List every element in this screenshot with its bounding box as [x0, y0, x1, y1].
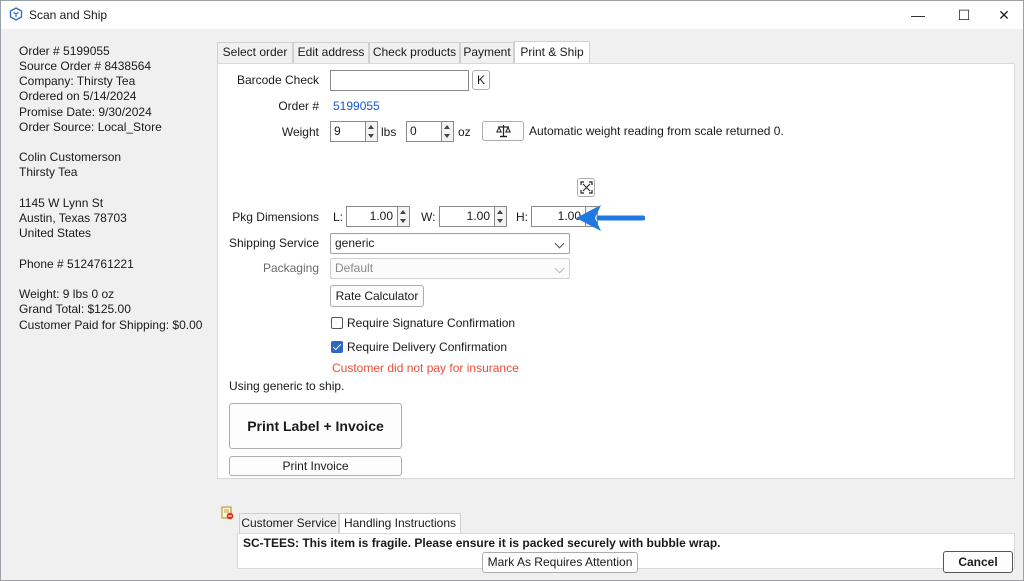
delivery-confirmation-label: Require Delivery Confirmation	[347, 340, 508, 354]
width-input[interactable]: 1.00	[439, 206, 495, 227]
packaging-select[interactable]: Default	[330, 258, 570, 279]
tab-handling-instructions[interactable]: Handling Instructions	[339, 513, 461, 534]
company: Company: Thirsty Tea	[19, 74, 136, 88]
scan-and-ship-window: Scan and Ship — ☐ ✕ Order # 5199055 Sour…	[0, 0, 1024, 581]
customer-name: Colin Customerson	[19, 150, 122, 164]
minimize-button[interactable]: —	[895, 1, 941, 29]
customer-company: Thirsty Tea	[19, 165, 78, 179]
close-button[interactable]: ✕	[981, 1, 1024, 29]
grand-total: Grand Total: $125.00	[19, 302, 131, 316]
tab-select-order[interactable]: Select order	[217, 42, 293, 63]
scale-message: Automatic weight reading from scale retu…	[529, 124, 784, 138]
using-service-text: Using generic to ship.	[229, 379, 345, 393]
window-title: Scan and Ship	[29, 8, 108, 22]
handling-note-text: SC-TEES: This item is fragile. Please en…	[243, 536, 721, 550]
length-spinner[interactable]	[398, 206, 410, 227]
minimize-icon: —	[911, 7, 925, 23]
spin-up-icon	[400, 210, 406, 214]
barcode-check-label: Barcode Check	[236, 73, 319, 87]
barcode-input[interactable]	[330, 70, 469, 91]
order-number-label: Order #	[278, 99, 319, 113]
ordered-on: Ordered on 5/14/2024	[19, 89, 137, 103]
weight-label: Weight	[281, 125, 319, 139]
cancel-button[interactable]: Cancel	[943, 551, 1013, 573]
close-icon: ✕	[998, 6, 1010, 23]
rate-calculator-button[interactable]: Rate Calculator	[330, 285, 424, 307]
spin-down-icon	[368, 134, 374, 138]
address-line-2: Austin, Texas 78703	[19, 211, 127, 225]
arrow-left-icon	[576, 205, 645, 231]
weight-lbs-input[interactable]: 9	[330, 121, 366, 142]
title-bar: Scan and Ship — ☐ ✕	[1, 1, 1023, 29]
shipping-paid: Customer Paid for Shipping: $0.00	[19, 318, 203, 332]
dimension-scan-button[interactable]	[577, 178, 595, 197]
height-label: H:	[516, 210, 528, 224]
order-source: Order Source: Local_Store	[19, 120, 162, 134]
weight-oz-spinner[interactable]	[442, 121, 454, 142]
pkg-dimensions-label: Pkg Dimensions	[232, 210, 319, 224]
phone-number: Phone # 5124761221	[19, 257, 134, 271]
width-spinner[interactable]	[495, 206, 507, 227]
window-content: Order # 5199055 Source Order # 8438564 C…	[1, 29, 1023, 580]
signature-confirmation-checkbox[interactable]	[331, 317, 343, 329]
packaging-label: Packaging	[262, 261, 319, 275]
read-scale-button[interactable]	[482, 121, 524, 141]
order-number: Order # 5199055	[19, 44, 110, 58]
spin-up-icon	[497, 210, 503, 214]
print-ship-panel: Barcode Check K Order # 5199055 Weight 9…	[217, 63, 1015, 479]
print-label-invoice-button[interactable]: Print Label + Invoice	[229, 403, 402, 449]
promise-date: Promise Date: 9/30/2024	[19, 105, 152, 119]
chevron-down-icon	[554, 263, 565, 274]
order-number-link[interactable]: 5199055	[333, 99, 380, 113]
insurance-warning: Customer did not pay for insurance	[332, 361, 519, 375]
packaging-value: Default	[335, 261, 374, 275]
shipping-service-select[interactable]: generic	[330, 233, 570, 254]
lbs-unit: lbs	[381, 125, 397, 139]
tab-payment[interactable]: Payment	[460, 42, 514, 63]
app-cube-icon	[9, 7, 23, 21]
weight-oz-input[interactable]: 0	[406, 121, 442, 142]
tab-check-products[interactable]: Check products	[369, 42, 460, 63]
spin-up-icon	[368, 125, 374, 129]
shipping-service-value: generic	[335, 236, 375, 250]
print-invoice-button[interactable]: Print Invoice	[229, 456, 402, 476]
delivery-confirmation-checkbox[interactable]	[331, 341, 343, 353]
oz-unit: oz	[458, 125, 471, 139]
mark-requires-attention-button[interactable]: Mark As Requires Attention	[482, 552, 638, 573]
shipping-service-label: Shipping Service	[228, 236, 319, 250]
spin-down-icon	[497, 219, 503, 223]
expand-arrows-icon	[580, 181, 593, 194]
length-input[interactable]: 1.00	[346, 206, 398, 227]
source-order-number: Source Order # 8438564	[19, 59, 152, 73]
spin-up-icon	[444, 125, 450, 129]
note-warning-icon	[221, 506, 234, 520]
maximize-icon: ☐	[957, 6, 971, 23]
address-line-1: 1145 W Lynn St	[19, 196, 104, 210]
tab-customer-service[interactable]: Customer Service	[239, 513, 339, 534]
address-country: United States	[19, 226, 92, 240]
signature-confirmation-label: Require Signature Confirmation	[347, 316, 516, 330]
scale-icon	[496, 125, 511, 138]
weight-lbs-spinner[interactable]	[366, 121, 378, 142]
width-label: W:	[421, 210, 436, 224]
k-button[interactable]: K	[472, 70, 490, 90]
length-label: L:	[333, 210, 344, 224]
spin-down-icon	[444, 134, 450, 138]
order-weight: Weight: 9 lbs 0 oz	[19, 287, 115, 301]
tab-edit-address[interactable]: Edit address	[293, 42, 369, 63]
chevron-down-icon	[554, 238, 565, 249]
tab-print-ship[interactable]: Print & Ship	[514, 41, 590, 63]
spin-down-icon	[400, 219, 406, 223]
